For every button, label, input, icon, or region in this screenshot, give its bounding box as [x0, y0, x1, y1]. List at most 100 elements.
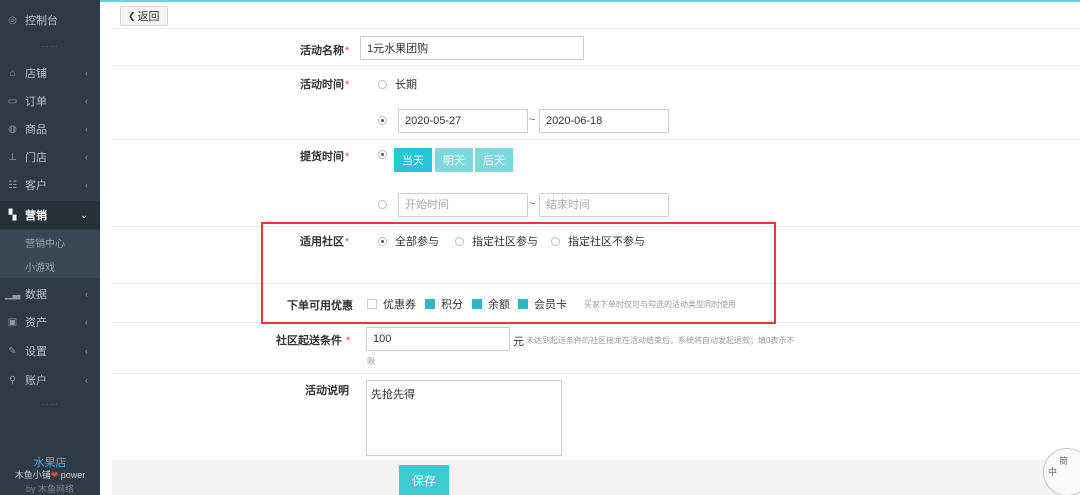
description-textarea[interactable]: 先抢先得 — [366, 380, 562, 456]
pickup-end-input[interactable] — [539, 193, 669, 217]
sidebar-item-console[interactable]: ◎ 控制台 — [0, 6, 100, 34]
sidebar-item-label: 订单 — [25, 96, 47, 108]
save-button[interactable]: 保存 — [399, 465, 449, 495]
chevron-left-icon: ‹ — [85, 375, 88, 385]
checkbox-checked-icon — [518, 299, 528, 309]
checkbox-label: 优惠券 — [383, 299, 416, 311]
order-icon: ▭ — [7, 95, 18, 107]
checkbox-icon — [367, 299, 377, 309]
delivery-hint-wrap: 限 — [367, 357, 375, 366]
sidebar: ◎ 控制台 …… ⌂ 店铺 ‹ ▭ 订单 ‹ ◍ 商品 ‹ ⊥ 门店 ‹ ☷ 客… — [0, 0, 100, 495]
time-range-radio[interactable] — [378, 116, 395, 125]
language-badge[interactable]: 中 简 — [1043, 448, 1080, 495]
member-card-checkbox[interactable]: 会员卡 — [518, 296, 567, 312]
pickup-tomorrow-button[interactable]: 明天 — [435, 148, 473, 172]
sidebar-item-orders[interactable]: ▭ 订单 ‹ — [0, 87, 100, 115]
wrench-icon: ✎ — [8, 345, 17, 357]
radio-icon — [378, 79, 387, 89]
checkbox-label: 余额 — [488, 299, 510, 311]
chevron-left-icon: ‹ — [85, 152, 88, 162]
sidebar-item-settings[interactable]: ✎ 设置 ‹ — [0, 337, 100, 365]
activity-time-label: 活动时间* — [300, 76, 349, 92]
chevron-left-icon: ‹ — [85, 68, 88, 78]
start-date-input[interactable] — [398, 109, 528, 133]
radio-icon — [551, 236, 560, 246]
activity-name-input[interactable] — [360, 36, 584, 60]
brand-by: by 木鱼网络 — [25, 484, 74, 494]
sidebar-item-assets[interactable]: ▣ 资产 ‹ — [0, 308, 100, 336]
pickup-start-input[interactable] — [398, 193, 528, 217]
label-text: 适用社区 — [300, 236, 344, 248]
back-button-label: 返回 — [137, 11, 160, 23]
dashboard-icon: ◎ — [8, 14, 17, 26]
sidebar-separator: …… — [41, 398, 59, 407]
goods-icon: ◍ — [8, 123, 17, 135]
radio-checked-icon — [378, 116, 387, 125]
chevron-left-icon: ❮ — [128, 10, 136, 21]
customer-icon: ☷ — [8, 179, 17, 191]
pickup-day-after-button[interactable]: 后天 — [475, 148, 513, 172]
end-date-input[interactable] — [539, 109, 669, 133]
community-exclude-radio[interactable]: 指定社区不参与 — [551, 233, 645, 249]
pickup-day-radio[interactable] — [378, 150, 395, 159]
checkbox-checked-icon — [425, 299, 435, 309]
delivery-amount-input[interactable] — [366, 327, 510, 351]
sidebar-item-label: 数据 — [25, 289, 47, 301]
label-text: 活动名称 — [300, 45, 344, 57]
heart-icon: ❤ — [50, 470, 59, 480]
marketing-icon: ▚ — [8, 209, 17, 221]
community-all-radio[interactable]: 全部参与 — [378, 233, 439, 249]
chevron-down-icon: ⌄ — [80, 209, 88, 220]
sidebar-item-data[interactable]: ▁▃ 数据 ‹ — [0, 280, 100, 308]
radio-label: 长期 — [395, 79, 417, 91]
balance-checkbox[interactable]: 余额 — [472, 296, 510, 312]
pickup-time-label: 提货时间* — [300, 148, 349, 164]
currency-unit: 元 — [513, 336, 524, 348]
sidebar-subitem-mini-games[interactable]: 小游戏 — [0, 254, 100, 278]
divider — [112, 139, 1080, 140]
sidebar-item-goods[interactable]: ◍ 商品 ‹ — [0, 115, 100, 143]
label-text: 活动时间 — [300, 79, 344, 91]
sidebar-item-customers[interactable]: ☷ 客户 ‹ — [0, 171, 100, 199]
sidebar-item-label: 门店 — [25, 152, 47, 164]
label-text: 社区起送条件 — [276, 335, 342, 347]
radio-checked-icon — [378, 236, 387, 246]
required-mark: * — [345, 45, 350, 57]
coupon-checkbox[interactable]: 优惠券 — [367, 296, 416, 312]
required-mark: * — [345, 236, 350, 248]
time-long-radio[interactable]: 长期 — [378, 76, 417, 92]
divider — [112, 373, 1080, 374]
sidebar-separator: …… — [41, 40, 59, 49]
label-text: 提货时间 — [300, 151, 344, 163]
badge-char: 中 — [1048, 467, 1058, 477]
shop-icon: ⊥ — [8, 151, 17, 163]
required-mark: * — [345, 79, 350, 91]
sidebar-subitem-marketing-center[interactable]: 营销中心 — [0, 230, 100, 254]
points-checkbox[interactable]: 积分 — [425, 296, 463, 312]
sidebar-item-shops[interactable]: ⊥ 门店 ‹ — [0, 143, 100, 171]
footer-bar — [112, 460, 1080, 495]
pickup-today-button[interactable]: 当天 — [394, 148, 432, 172]
divider — [112, 65, 1080, 66]
pickup-range-radio[interactable] — [378, 200, 395, 209]
radio-label: 指定社区不参与 — [568, 236, 645, 248]
sidebar-item-marketing[interactable]: ▚ 营销 ⌄ — [0, 201, 100, 229]
brand-power-suffix: power — [60, 470, 86, 480]
back-button[interactable]: ❮ 返回 — [120, 6, 168, 26]
community-include-radio[interactable]: 指定社区参与 — [455, 233, 538, 249]
radio-label: 全部参与 — [395, 236, 439, 248]
checkbox-checked-icon — [472, 299, 482, 309]
sidebar-item-store[interactable]: ⌂ 店铺 ‹ — [0, 59, 100, 87]
chevron-left-icon: ‹ — [85, 289, 88, 299]
chevron-left-icon: ‹ — [85, 317, 88, 327]
divider — [112, 28, 1080, 29]
brand-power-prefix: 木鱼小铺 — [14, 470, 51, 480]
delivery-hint: 未达到起送条件的社区接龙在活动结束后，系统将自动发起退款；填0表示不 — [526, 336, 795, 345]
required-mark: * — [346, 335, 351, 347]
sidebar-item-account[interactable]: ⚲ 账户 ‹ — [0, 366, 100, 394]
range-separator: ~ — [529, 114, 536, 126]
discount-hint: 买家下单时仅可与勾选的活动类型同时使用 — [584, 300, 736, 309]
discount-label: 下单可用优惠 — [287, 300, 353, 312]
store-icon: ⌂ — [9, 67, 16, 79]
checkbox-label: 会员卡 — [534, 299, 567, 311]
